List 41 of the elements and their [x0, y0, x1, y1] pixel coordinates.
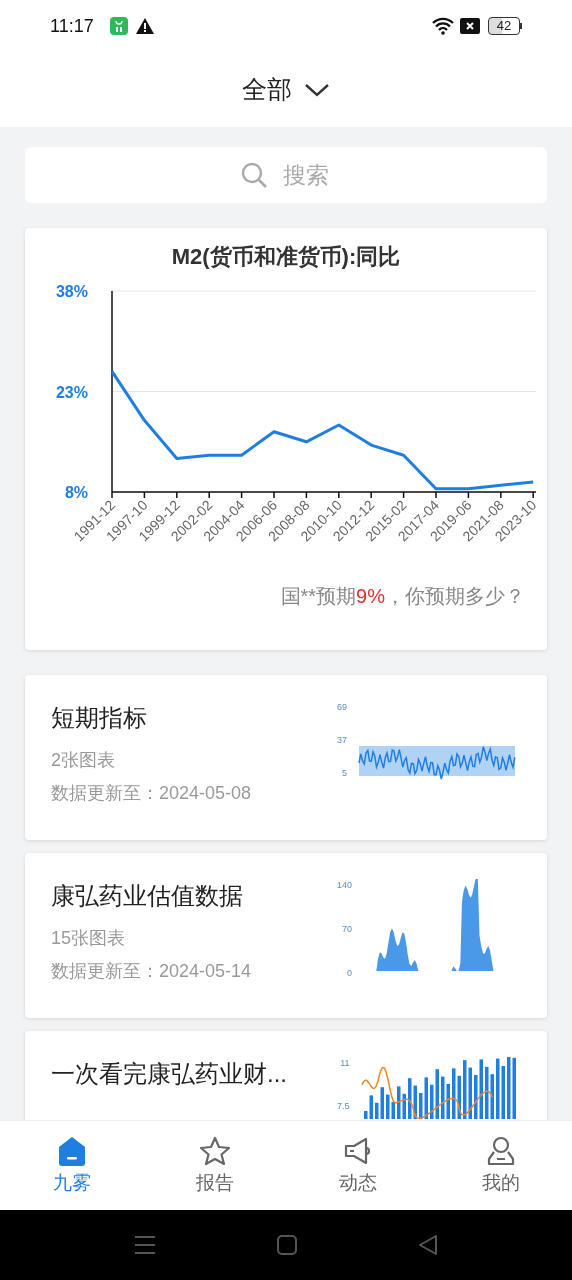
search-icon — [240, 161, 268, 189]
wifi-icon — [432, 17, 454, 35]
tab[interactable]: 我的 — [429, 1121, 572, 1210]
axis-label: 69 — [337, 701, 347, 713]
update-date: 数据更新至：2024-05-08 — [51, 782, 253, 805]
app-notification-icon — [109, 17, 128, 35]
card-title: 一次看完康弘药业财... — [51, 1059, 288, 1089]
home-button-icon[interactable] — [276, 1234, 298, 1256]
axis-label: 70 — [342, 923, 353, 935]
search-field[interactable]: 搜索 — [25, 147, 547, 203]
category-dropdown[interactable]: 全部 — [242, 70, 330, 109]
menu-icon[interactable] — [134, 1235, 156, 1255]
chart-count: 15张图表 — [51, 927, 127, 950]
axis-label: 0 — [347, 967, 353, 979]
axis-label: 140 — [337, 879, 353, 891]
chart-title: M2(货币和准货币):同比 — [171, 243, 401, 271]
card-title: 康弘药业估值数据 — [51, 881, 244, 911]
star-icon — [198, 1135, 231, 1167]
card-title: 短期指标 — [51, 703, 148, 733]
tab[interactable]: 动态 — [286, 1121, 429, 1210]
tab[interactable]: 九雾 — [0, 1121, 143, 1210]
report-card[interactable]: 一次看完康弘药业财... 11 7.5 — [25, 1031, 547, 1120]
sim-off-icon — [460, 18, 480, 34]
warning-icon — [135, 18, 154, 34]
forecast-prompt[interactable]: 国**预期9%，你预期多少？ — [280, 581, 547, 611]
update-date: 数据更新至：2024-05-14 — [51, 960, 253, 983]
axis-label: 37 — [337, 734, 347, 746]
chart-count: 2张图表 — [51, 749, 116, 772]
clock: 11:17 — [50, 14, 94, 38]
back-icon[interactable] — [418, 1234, 438, 1256]
axis-label: 38% — [55, 283, 88, 300]
axis-label: 7.5 — [337, 1100, 350, 1112]
axis-label: 8% — [64, 484, 88, 501]
report-card[interactable]: 康弘药业估值数据 15张图表 数据更新至：2024-05-14 140 70 0 — [25, 853, 547, 1018]
axis-label: 5 — [342, 767, 347, 779]
chevron-down-icon — [304, 82, 330, 97]
axis-label: 23% — [55, 383, 88, 401]
axis-label: 11 — [340, 1057, 350, 1069]
report-card[interactable]: 短期指标 2张图表 数据更新至：2024-05-08 69 37 5 — [25, 675, 547, 840]
tab[interactable]: 报告 — [143, 1121, 286, 1210]
battery-indicator: 42 — [488, 17, 522, 35]
